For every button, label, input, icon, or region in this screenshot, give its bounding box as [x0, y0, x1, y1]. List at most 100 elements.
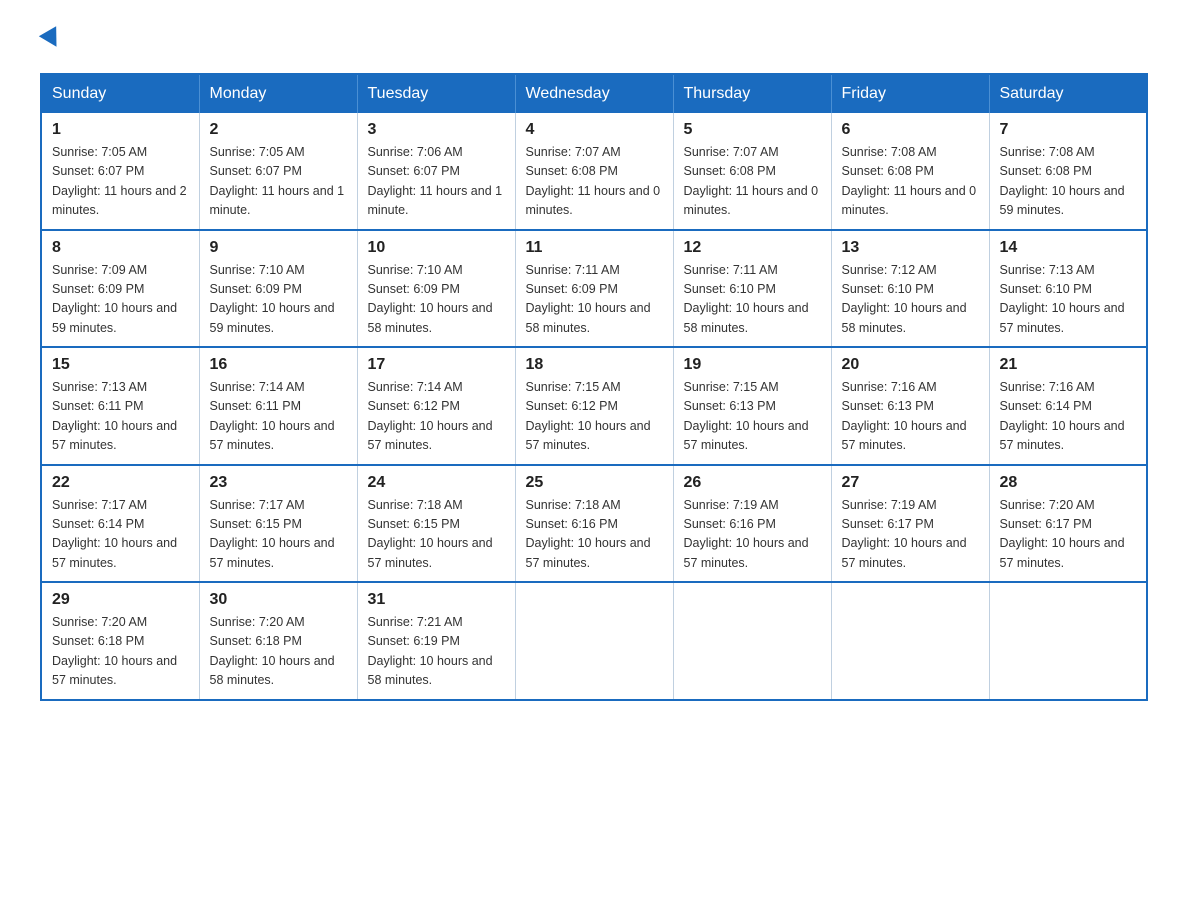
- day-number: 6: [842, 121, 979, 139]
- calendar-day-cell: 12 Sunrise: 7:11 AMSunset: 6:10 PMDayligh…: [673, 230, 831, 348]
- calendar-day-cell: 2 Sunrise: 7:05 AMSunset: 6:07 PMDaylight…: [199, 113, 357, 230]
- calendar-day-cell: 7 Sunrise: 7:08 AMSunset: 6:08 PMDaylight…: [989, 113, 1147, 230]
- day-number: 28: [1000, 474, 1137, 492]
- calendar-day-cell: 21 Sunrise: 7:16 AMSunset: 6:14 PMDayligh…: [989, 347, 1147, 465]
- calendar-day-cell: 19 Sunrise: 7:15 AMSunset: 6:13 PMDayligh…: [673, 347, 831, 465]
- day-number: 12: [684, 239, 821, 257]
- day-info: Sunrise: 7:10 AMSunset: 6:09 PMDaylight:…: [368, 261, 505, 339]
- calendar-day-cell: 4 Sunrise: 7:07 AMSunset: 6:08 PMDaylight…: [515, 113, 673, 230]
- day-number: 26: [684, 474, 821, 492]
- weekday-header-tuesday: Tuesday: [357, 74, 515, 113]
- calendar-week-row: 22 Sunrise: 7:17 AMSunset: 6:14 PMDayligh…: [41, 465, 1147, 583]
- calendar-day-cell: 29 Sunrise: 7:20 AMSunset: 6:18 PMDayligh…: [41, 582, 199, 700]
- calendar-day-cell: 15Sunrise: 7:13 AMSunset: 6:11 PMDayligh…: [41, 347, 199, 465]
- day-number: 18: [526, 356, 663, 374]
- calendar-day-cell: 31 Sunrise: 7:21 AMSunset: 6:19 PMDayligh…: [357, 582, 515, 700]
- day-number: 10: [368, 239, 505, 257]
- day-info: Sunrise: 7:15 AMSunset: 6:13 PMDaylight:…: [684, 378, 821, 456]
- day-info: Sunrise: 7:20 AMSunset: 6:17 PMDaylight:…: [1000, 496, 1137, 574]
- day-number: 13: [842, 239, 979, 257]
- day-info: Sunrise: 7:17 AMSunset: 6:14 PMDaylight:…: [52, 496, 189, 574]
- calendar-day-cell: 14 Sunrise: 7:13 AMSunset: 6:10 PMDayligh…: [989, 230, 1147, 348]
- calendar-day-cell: 8 Sunrise: 7:09 AMSunset: 6:09 PMDaylight…: [41, 230, 199, 348]
- calendar-day-cell: 16 Sunrise: 7:14 AMSunset: 6:11 PMDayligh…: [199, 347, 357, 465]
- calendar-day-cell: 6 Sunrise: 7:08 AMSunset: 6:08 PMDaylight…: [831, 113, 989, 230]
- calendar-week-row: 29 Sunrise: 7:20 AMSunset: 6:18 PMDayligh…: [41, 582, 1147, 700]
- calendar-day-cell: 13Sunrise: 7:12 AMSunset: 6:10 PMDayligh…: [831, 230, 989, 348]
- day-info: Sunrise: 7:06 AMSunset: 6:07 PMDaylight:…: [368, 143, 505, 221]
- logo: [40, 30, 62, 53]
- day-number: 29: [52, 591, 189, 609]
- calendar-week-row: 15Sunrise: 7:13 AMSunset: 6:11 PMDayligh…: [41, 347, 1147, 465]
- calendar-day-cell: 1 Sunrise: 7:05 AMSunset: 6:07 PMDaylight…: [41, 113, 199, 230]
- day-number: 21: [1000, 356, 1137, 374]
- day-number: 25: [526, 474, 663, 492]
- day-number: 19: [684, 356, 821, 374]
- day-number: 27: [842, 474, 979, 492]
- day-info: Sunrise: 7:16 AMSunset: 6:13 PMDaylight:…: [842, 378, 979, 456]
- day-info: Sunrise: 7:05 AMSunset: 6:07 PMDaylight:…: [52, 143, 189, 221]
- weekday-header-monday: Monday: [199, 74, 357, 113]
- day-number: 17: [368, 356, 505, 374]
- day-info: Sunrise: 7:07 AMSunset: 6:08 PMDaylight:…: [526, 143, 663, 221]
- day-info: Sunrise: 7:11 AMSunset: 6:09 PMDaylight:…: [526, 261, 663, 339]
- calendar-day-cell: 17 Sunrise: 7:14 AMSunset: 6:12 PMDayligh…: [357, 347, 515, 465]
- calendar-day-cell: 24 Sunrise: 7:18 AMSunset: 6:15 PMDayligh…: [357, 465, 515, 583]
- day-number: 8: [52, 239, 189, 257]
- day-number: 22: [52, 474, 189, 492]
- page-header: [40, 30, 1148, 53]
- calendar-week-row: 1 Sunrise: 7:05 AMSunset: 6:07 PMDaylight…: [41, 113, 1147, 230]
- weekday-header-row: SundayMondayTuesdayWednesdayThursdayFrid…: [41, 74, 1147, 113]
- calendar-day-cell: 28 Sunrise: 7:20 AMSunset: 6:17 PMDayligh…: [989, 465, 1147, 583]
- day-number: 4: [526, 121, 663, 139]
- day-info: Sunrise: 7:16 AMSunset: 6:14 PMDaylight:…: [1000, 378, 1137, 456]
- day-info: Sunrise: 7:11 AMSunset: 6:10 PMDaylight:…: [684, 261, 821, 339]
- day-info: Sunrise: 7:18 AMSunset: 6:16 PMDaylight:…: [526, 496, 663, 574]
- day-info: Sunrise: 7:17 AMSunset: 6:15 PMDaylight:…: [210, 496, 347, 574]
- day-number: 24: [368, 474, 505, 492]
- day-number: 14: [1000, 239, 1137, 257]
- day-info: Sunrise: 7:20 AMSunset: 6:18 PMDaylight:…: [210, 613, 347, 691]
- day-info: Sunrise: 7:14 AMSunset: 6:11 PMDaylight:…: [210, 378, 347, 456]
- day-info: Sunrise: 7:08 AMSunset: 6:08 PMDaylight:…: [842, 143, 979, 221]
- day-number: 31: [368, 591, 505, 609]
- day-info: Sunrise: 7:19 AMSunset: 6:16 PMDaylight:…: [684, 496, 821, 574]
- day-info: Sunrise: 7:18 AMSunset: 6:15 PMDaylight:…: [368, 496, 505, 574]
- calendar-day-cell: 25 Sunrise: 7:18 AMSunset: 6:16 PMDayligh…: [515, 465, 673, 583]
- calendar-day-cell: 30Sunrise: 7:20 AMSunset: 6:18 PMDayligh…: [199, 582, 357, 700]
- calendar-day-cell: 5Sunrise: 7:07 AMSunset: 6:08 PMDaylight…: [673, 113, 831, 230]
- day-info: Sunrise: 7:05 AMSunset: 6:07 PMDaylight:…: [210, 143, 347, 221]
- calendar-day-cell: [673, 582, 831, 700]
- day-number: 16: [210, 356, 347, 374]
- day-number: 23: [210, 474, 347, 492]
- weekday-header-thursday: Thursday: [673, 74, 831, 113]
- calendar-day-cell: 10 Sunrise: 7:10 AMSunset: 6:09 PMDayligh…: [357, 230, 515, 348]
- calendar-table: SundayMondayTuesdayWednesdayThursdayFrid…: [40, 73, 1148, 701]
- day-info: Sunrise: 7:14 AMSunset: 6:12 PMDaylight:…: [368, 378, 505, 456]
- day-info: Sunrise: 7:08 AMSunset: 6:08 PMDaylight:…: [1000, 143, 1137, 221]
- day-number: 5: [684, 121, 821, 139]
- day-number: 1: [52, 121, 189, 139]
- calendar-day-cell: 18 Sunrise: 7:15 AMSunset: 6:12 PMDayligh…: [515, 347, 673, 465]
- day-info: Sunrise: 7:13 AMSunset: 6:10 PMDaylight:…: [1000, 261, 1137, 339]
- calendar-day-cell: 3 Sunrise: 7:06 AMSunset: 6:07 PMDaylight…: [357, 113, 515, 230]
- calendar-day-cell: 20 Sunrise: 7:16 AMSunset: 6:13 PMDayligh…: [831, 347, 989, 465]
- weekday-header-sunday: Sunday: [41, 74, 199, 113]
- day-number: 9: [210, 239, 347, 257]
- calendar-day-cell: [515, 582, 673, 700]
- day-info: Sunrise: 7:21 AMSunset: 6:19 PMDaylight:…: [368, 613, 505, 691]
- calendar-day-cell: [989, 582, 1147, 700]
- weekday-header-friday: Friday: [831, 74, 989, 113]
- day-info: Sunrise: 7:15 AMSunset: 6:12 PMDaylight:…: [526, 378, 663, 456]
- day-number: 20: [842, 356, 979, 374]
- day-info: Sunrise: 7:10 AMSunset: 6:09 PMDaylight:…: [210, 261, 347, 339]
- day-number: 15: [52, 356, 189, 374]
- day-info: Sunrise: 7:20 AMSunset: 6:18 PMDaylight:…: [52, 613, 189, 691]
- logo-triangle-icon: [39, 26, 65, 52]
- day-info: Sunrise: 7:19 AMSunset: 6:17 PMDaylight:…: [842, 496, 979, 574]
- day-info: Sunrise: 7:09 AMSunset: 6:09 PMDaylight:…: [52, 261, 189, 339]
- weekday-header-saturday: Saturday: [989, 74, 1147, 113]
- day-number: 2: [210, 121, 347, 139]
- day-number: 3: [368, 121, 505, 139]
- day-number: 7: [1000, 121, 1137, 139]
